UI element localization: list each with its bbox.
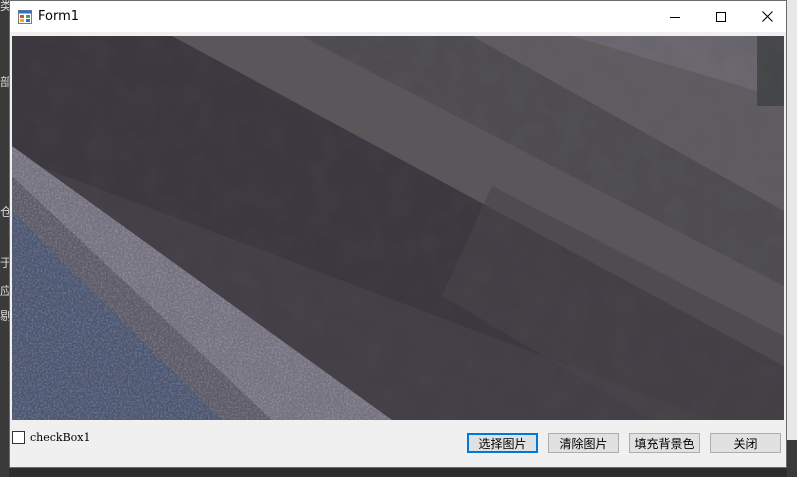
checkbox1-label[interactable]: checkBox1 [30, 431, 91, 444]
close-form-button[interactable]: 关闭 [710, 433, 781, 453]
desktop-background-right [787, 0, 797, 477]
maximize-icon [716, 7, 726, 26]
app-form-icon [18, 9, 32, 24]
close-icon [761, 7, 773, 26]
clear-image-button[interactable]: 清除图片 [548, 433, 619, 453]
desktop-background-bottom [9, 468, 787, 477]
title-bar[interactable]: Form1 [10, 1, 786, 32]
desktop-background-left [0, 0, 9, 477]
checkbox1-box[interactable] [12, 430, 25, 444]
background-text-fragment: 剔 [0, 310, 9, 322]
window-title: Form1 [38, 9, 80, 24]
select-image-button[interactable]: 选择图片 [467, 433, 538, 453]
background-text-fragment: 类 [0, 0, 9, 12]
background-text-fragment: 仓 [0, 206, 9, 218]
picture-box[interactable] [12, 36, 784, 420]
minimize-button[interactable] [652, 1, 698, 32]
maximize-button[interactable] [698, 1, 744, 32]
background-text-fragment: 于 [0, 257, 9, 269]
close-button[interactable] [744, 1, 790, 32]
desktop-background-right-dark [787, 440, 797, 477]
background-text-fragment: 部 [0, 76, 9, 88]
picture-image [12, 36, 784, 420]
checkbox1[interactable]: checkBox1 [12, 429, 91, 445]
form-window: Form1 checkBox1 选择图片 清除图片 填充背景色 关闭 [9, 0, 787, 468]
minimize-icon [670, 7, 680, 26]
fill-background-button[interactable]: 填充背景色 [629, 433, 700, 453]
background-text-fragment: 应 [0, 285, 9, 297]
